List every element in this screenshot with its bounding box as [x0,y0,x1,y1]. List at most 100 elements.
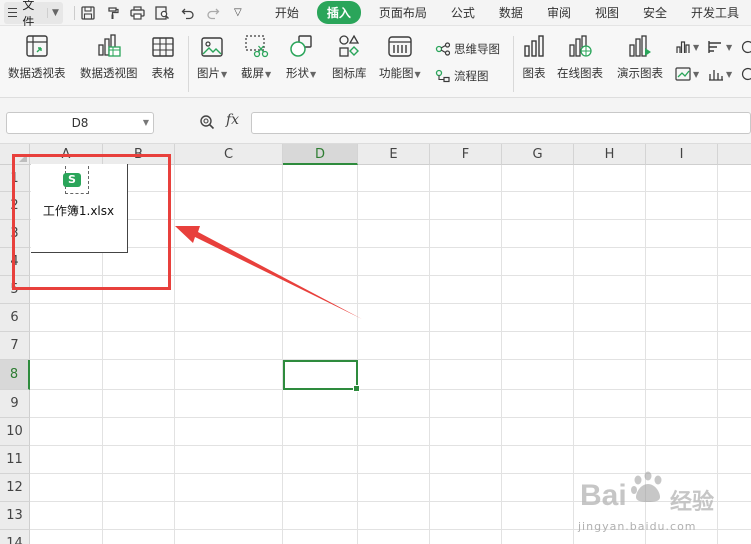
baidu-jingyan-watermark: Bai 经验 jingyan.baidu.com [572,462,747,542]
watermark-url: jingyan.baidu.com [578,520,697,533]
pivot-table-button[interactable]: 数据透视表 [8,26,66,81]
pivot-table-icon [26,35,48,57]
redo-icon[interactable] [203,3,223,23]
icon-library-icon [339,34,360,57]
column-header-g[interactable]: G [502,144,574,165]
function-chart-label: 功能图▼ [379,66,421,80]
pie-chart-icon [741,40,751,54]
column-header-d[interactable]: D [283,144,358,165]
horizontal-bar-chart-button[interactable]: ▼ [708,40,732,54]
quick-access-toolbar: ▽ [71,3,253,23]
zoom-icon[interactable] [199,114,215,133]
watermark-brand: Bai [580,479,627,512]
more-icon[interactable]: ▽ [228,3,248,23]
flowchart-button[interactable]: 流程图 [435,68,489,84]
pivot-chart-button[interactable]: 数据透视图 [80,26,138,81]
mind-map-button[interactable]: 思维导图 [435,41,500,57]
column-header-e[interactable]: E [358,144,430,165]
insert-ribbon: 数据透视表 数据透视图 表格 图片▼ 截屏▼ 形状▼ 图标库 功能图▼ 思维导图… [0,26,751,98]
annotation-highlight-box [12,154,171,290]
table-label: 表格 [151,66,175,80]
screenshot-button[interactable]: 截屏▼ [241,26,271,81]
row-header-13[interactable]: 13 [0,502,30,530]
chart-label: 图表 [522,66,546,80]
file-menu-button[interactable]: 文件 ▼ [4,0,63,29]
tab-page-layout[interactable]: 页面布局 [379,4,427,21]
tab-developer[interactable]: 开发工具 [691,4,739,21]
mind-map-label: 思维导图 [454,42,500,56]
online-chart-icon [569,35,592,57]
menu-bar: 文件 ▼ ▽ 开始 插入 页面布局 公式 数据 审阅 视图 安全 开发工具 [0,0,751,29]
save-icon[interactable] [78,3,98,23]
online-chart-button[interactable]: 在线图表 [557,26,603,81]
chevron-down-icon[interactable]: ▼ [143,113,149,133]
tab-security[interactable]: 安全 [643,4,667,21]
formula-bar: D8 ▼ fx [0,98,751,144]
chevron-down-icon[interactable]: ▼ [46,7,59,18]
tab-home[interactable]: 开始 [275,4,299,21]
function-chart-button[interactable]: 功能图▼ [379,26,421,81]
format-painter-icon[interactable] [103,3,123,23]
scissors-icon [245,35,269,58]
column-header-next[interactable] [718,144,751,165]
function-chart-icon [388,36,412,57]
picture-button[interactable]: 图片▼ [197,26,227,81]
row-header-11[interactable]: 11 [0,446,30,474]
chart-icon [524,35,544,57]
tab-view[interactable]: 视图 [595,4,619,21]
active-cell-d8[interactable] [283,360,360,392]
function-icon[interactable]: fx [226,112,239,128]
online-chart-label: 在线图表 [557,66,603,80]
demo-chart-icon [629,35,651,57]
demo-chart-label: 演示图表 [617,66,663,80]
row-header-8[interactable]: 8 [0,360,30,390]
mind-map-icon [435,42,451,56]
print-preview-icon[interactable] [153,3,173,23]
demo-chart-button[interactable]: 演示图表 [617,26,663,81]
pivot-table-label: 数据透视表 [8,66,66,80]
row-header-7[interactable]: 7 [0,332,30,360]
hamburger-icon [8,8,18,17]
column-header-h[interactable]: H [574,144,646,165]
more-chart-type-button[interactable] [740,67,751,81]
row-header-10[interactable]: 10 [0,418,30,446]
chart-button[interactable]: 图表 [522,26,546,81]
picture-label: 图片▼ [197,66,228,80]
horizontal-bar-icon [708,41,721,53]
formula-input[interactable] [251,112,751,134]
shape-button[interactable]: 形状▼ [286,26,316,81]
pivot-chart-label: 数据透视图 [80,66,138,80]
column-header-c[interactable]: C [175,144,283,165]
shape-icon [290,35,312,57]
column-chart-icon [676,41,690,53]
name-box[interactable]: D8 ▼ [6,112,154,134]
bar-chart-type-button[interactable]: ▼ [675,40,699,54]
tab-review[interactable]: 审阅 [547,4,571,21]
row-header-9[interactable]: 9 [0,390,30,418]
table-button[interactable]: 表格 [151,26,175,81]
name-box-value: D8 [71,116,89,130]
pie-chart-type-button[interactable] [740,40,751,54]
screenshot-label: 截屏▼ [241,66,272,80]
pivot-chart-icon [98,34,121,57]
table-icon [152,37,174,57]
column-header-f[interactable]: F [430,144,502,165]
row-header-12[interactable]: 12 [0,474,30,502]
shape-label: 形状▼ [286,66,317,80]
stat-chart-icon [709,70,723,81]
print-icon[interactable] [128,3,148,23]
column-header-i[interactable]: I [646,144,718,165]
tab-data[interactable]: 数据 [499,4,523,21]
row-header-14[interactable]: 14 [0,530,30,544]
watermark-brand-suffix: 经验 [670,490,715,515]
flowchart-icon [435,69,450,83]
row-header-6[interactable]: 6 [0,304,30,332]
flowchart-label: 流程图 [454,69,489,83]
tab-insert[interactable]: 插入 [316,1,361,24]
stat-chart-type-button[interactable]: ▼ [708,67,732,81]
tab-formulas[interactable]: 公式 [451,4,475,21]
icon-library-button[interactable]: 图标库 [332,26,367,81]
picture-icon [201,37,223,57]
line-chart-type-button[interactable]: ▼ [675,67,699,81]
undo-icon[interactable] [178,3,198,23]
